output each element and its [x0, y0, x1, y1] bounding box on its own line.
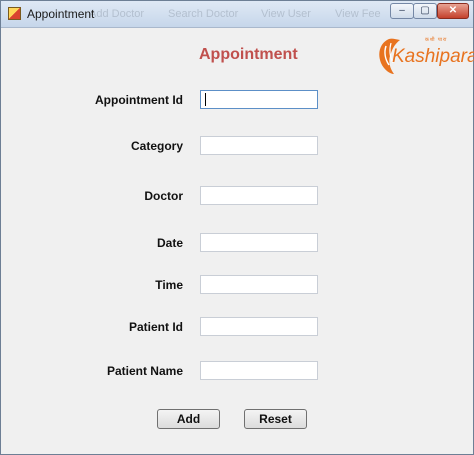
doctor-input[interactable] [200, 186, 318, 205]
text-caret [205, 93, 206, 106]
date-input[interactable] [200, 233, 318, 252]
app-icon [8, 7, 21, 20]
window-title: Appointment [27, 7, 95, 21]
patient-name-input[interactable] [200, 361, 318, 380]
time-label: Time [155, 278, 183, 292]
reset-button[interactable]: Reset [244, 409, 307, 429]
title-bar[interactable]: Add Doctor Search Doctor View User View … [1, 1, 473, 28]
date-label: Date [156, 236, 183, 250]
patient-name-label: Patient Name [106, 364, 183, 378]
background-tab-search-doctor: Search Doctor [168, 8, 239, 20]
background-tab-add-doctor: Add Doctor [89, 8, 145, 20]
time-input[interactable] [200, 275, 318, 294]
logo-text: Kashipara [392, 46, 474, 67]
form-area: Appointment कशी पारा Kashipara Appointme… [9, 28, 474, 450]
category-label: Category [130, 139, 183, 153]
appointment-id-label: Appointment Id [95, 93, 183, 107]
logo-tagline: कशी पारा [425, 37, 448, 43]
maximize-button[interactable]: ▢ [413, 3, 437, 19]
close-button[interactable]: ✕ [437, 3, 469, 19]
background-tab-view-fee: View Fee [335, 8, 381, 20]
appointment-id-input[interactable] [200, 90, 318, 109]
form-heading: Appointment [199, 46, 298, 63]
add-button[interactable]: Add [157, 409, 220, 429]
category-input[interactable] [200, 136, 318, 155]
doctor-label: Doctor [144, 189, 183, 203]
patient-id-input[interactable] [200, 317, 318, 336]
patient-id-label: Patient Id [128, 320, 183, 334]
background-tab-view-user: View User [261, 8, 311, 20]
minimize-button[interactable]: – [390, 3, 414, 19]
appointment-window: Add Doctor Search Doctor View User View … [0, 0, 474, 455]
